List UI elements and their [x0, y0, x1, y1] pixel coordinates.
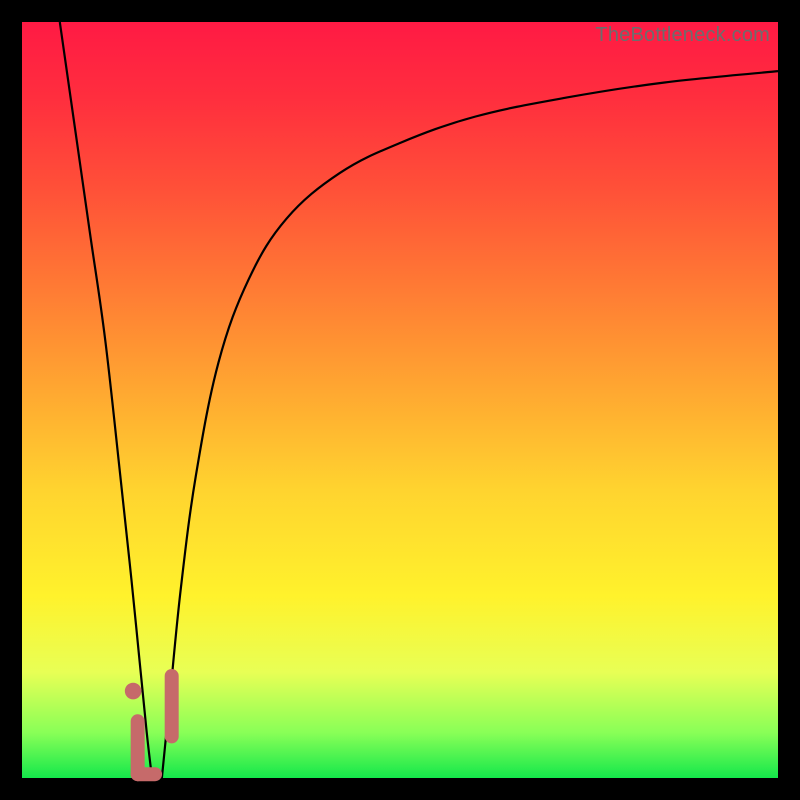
marker-dot [125, 683, 142, 700]
curve-right-branch [162, 71, 778, 778]
chart-plot-area: TheBottleneck.com [22, 22, 778, 778]
curve-left-branch [60, 22, 152, 778]
chart-svg [22, 22, 778, 778]
chart-frame: TheBottleneck.com [0, 0, 800, 800]
